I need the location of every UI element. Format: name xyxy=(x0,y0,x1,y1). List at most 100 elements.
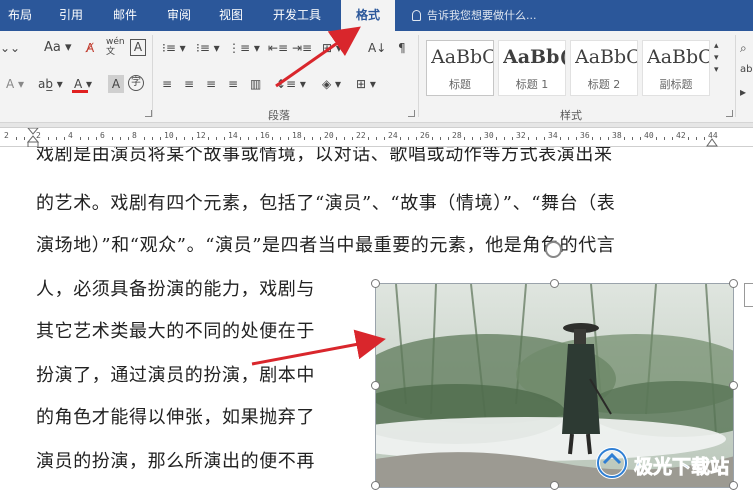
highlight-icon[interactable]: ab̲ ▾ xyxy=(38,75,63,93)
clear-format-icon[interactable]: A̸ xyxy=(86,39,94,57)
site-watermark: 极光下载站 xyxy=(592,437,742,489)
group-separator xyxy=(735,35,736,117)
paragraph-line: 其它艺术类最大的不同的处便在于 xyxy=(36,321,315,342)
char-border-icon[interactable]: A xyxy=(130,39,146,56)
ruler-tick xyxy=(512,137,513,140)
text-effects-icon[interactable]: A ▾ xyxy=(6,75,24,93)
increase-indent-icon[interactable]: ⇥≡ xyxy=(292,39,312,57)
align-left-icon[interactable]: ≡ xyxy=(162,75,172,93)
ruler-tick xyxy=(80,137,81,140)
ruler-number: 40 xyxy=(644,131,654,140)
tell-me-text: 告诉我您想要做什么... xyxy=(427,9,537,22)
style-title[interactable]: AaBbC 标题 xyxy=(426,40,494,96)
ruler-tick xyxy=(112,137,113,140)
enclose-char-icon[interactable]: 字 xyxy=(128,75,144,91)
ruler-tick xyxy=(56,137,57,140)
justify-icon[interactable]: ≡ xyxy=(228,75,238,93)
replace-icon[interactable]: ab xyxy=(740,61,752,79)
paragraph-dialog-launcher[interactable] xyxy=(408,110,415,117)
chinese-layout-icon[interactable]: ⊞ ▾ xyxy=(322,39,342,57)
ruler-tick xyxy=(440,137,441,140)
paragraph-line: 演员的扮演，那么所演出的便不再 xyxy=(36,451,315,472)
style-sample: AaBbC xyxy=(647,46,709,68)
tab-format[interactable]: 格式 xyxy=(341,0,395,33)
horizontal-ruler[interactable]: 2 2 4 6 8 10 12 14 16 18 20 22 24 26 28 30 32 34 36 38 40 42 4… xyxy=(0,127,753,148)
ruler-tick xyxy=(448,137,449,140)
ruler-tick xyxy=(312,137,313,140)
ruler-tick xyxy=(432,137,433,140)
ruler-tick xyxy=(600,137,601,140)
bullets-icon[interactable]: ⁝≡ ▾ xyxy=(162,39,186,57)
show-marks-icon[interactable]: ¶ xyxy=(398,39,406,57)
tab-developer[interactable]: 开发工具 xyxy=(264,0,330,31)
resize-handle[interactable] xyxy=(371,381,380,390)
ruler-number: 12 xyxy=(196,131,206,140)
ruler-tick xyxy=(88,137,89,140)
ruler-tick xyxy=(656,137,657,140)
rotate-handle-icon[interactable] xyxy=(545,241,562,258)
tab-references[interactable]: 引用 xyxy=(50,0,92,31)
ruler-tick xyxy=(672,137,673,140)
resize-handle[interactable] xyxy=(550,481,559,490)
ruler-number: 2 xyxy=(4,131,9,140)
resize-handle[interactable] xyxy=(371,481,380,490)
font-color-bar xyxy=(72,90,88,93)
styles-dialog-launcher[interactable] xyxy=(726,110,733,117)
resize-handle[interactable] xyxy=(729,279,738,288)
align-right-icon[interactable]: ≡ xyxy=(206,75,216,93)
ruler-tick xyxy=(608,137,609,140)
multilevel-list-icon[interactable]: ⋮≡ ▾ xyxy=(228,39,260,57)
distribute-icon[interactable]: ▥ xyxy=(250,75,261,93)
tab-mailings[interactable]: 邮件 xyxy=(104,0,146,31)
tab-review[interactable]: 审阅 xyxy=(158,0,200,31)
resize-handle[interactable] xyxy=(550,279,559,288)
resize-handle[interactable] xyxy=(729,381,738,390)
ruler-number: 38 xyxy=(612,131,622,140)
tab-layout[interactable]: 布局 xyxy=(0,0,40,31)
style-sample: AaBbC xyxy=(575,46,637,68)
group-separator xyxy=(418,35,419,117)
ruler-tick xyxy=(504,137,505,140)
indent-marker-icon[interactable] xyxy=(27,128,39,148)
resize-handle[interactable] xyxy=(371,279,380,288)
borders-icon[interactable]: ⊞ ▾ xyxy=(356,75,376,93)
style-name: 标题 xyxy=(449,78,471,91)
ruler-tick xyxy=(560,137,561,140)
ruler-tick xyxy=(152,137,153,140)
tab-view[interactable]: 视图 xyxy=(210,0,252,31)
ruler-tick xyxy=(344,137,345,140)
style-heading2[interactable]: AaBbC 标题 2 xyxy=(570,40,638,96)
ruler-tick xyxy=(368,137,369,140)
document-page[interactable]: 戏剧是由演员将某个故事或情境，以对话、歌唱或动作等方式表演出来 的艺术。戏剧有四… xyxy=(0,147,753,491)
numbering-icon[interactable]: ⁝≡ ▾ xyxy=(196,39,220,57)
sort-icon[interactable]: A↓ xyxy=(368,39,386,57)
style-subtitle[interactable]: AaBbC 副标题 xyxy=(642,40,710,96)
change-case-icon[interactable]: Aa ▾ xyxy=(44,39,72,57)
line-spacing-icon[interactable]: ↕≡ ▾ xyxy=(276,75,306,93)
decrease-indent-icon[interactable]: ⇤≡ xyxy=(268,39,288,57)
ruler-tick xyxy=(24,137,25,140)
shading-icon[interactable]: ◈ ▾ xyxy=(322,75,341,93)
ruler-number: 10 xyxy=(164,131,174,140)
select-icon[interactable]: ▸ xyxy=(740,83,746,101)
ruler-tick xyxy=(192,137,193,140)
ruler-tick xyxy=(280,137,281,140)
ruler-tick xyxy=(688,137,689,140)
align-center-icon[interactable]: ≡ xyxy=(184,75,194,93)
ruler-number: 20 xyxy=(324,131,334,140)
char-shading-icon[interactable]: A xyxy=(108,75,124,93)
tell-me-search[interactable]: 告诉我您想要做什么... xyxy=(412,0,537,31)
styles-scroll-icon[interactable]: ▴ ▾ ▾ xyxy=(714,40,724,76)
style-sample: AaBb( xyxy=(503,46,565,68)
find-icon[interactable]: ⌕ xyxy=(740,39,747,57)
ruler-number: 8 xyxy=(132,131,137,140)
font-dialog-launcher[interactable] xyxy=(145,110,152,117)
layout-options-icon[interactable] xyxy=(744,283,753,307)
phonetic-guide-icon[interactable]: wén 文 xyxy=(106,37,125,57)
ruler-tick xyxy=(536,137,537,140)
ruler-tick xyxy=(64,137,65,140)
style-heading1[interactable]: AaBb( 标题 1 xyxy=(498,40,566,96)
paragraph-line: 的艺术。戏剧有四个元素，包括了“演员”、“故事（情境）”、“舞台（表 xyxy=(36,193,616,214)
ruler-number: 28 xyxy=(452,131,462,140)
font-size-dropdown-icon[interactable]: ⌄⌄ xyxy=(0,39,20,57)
